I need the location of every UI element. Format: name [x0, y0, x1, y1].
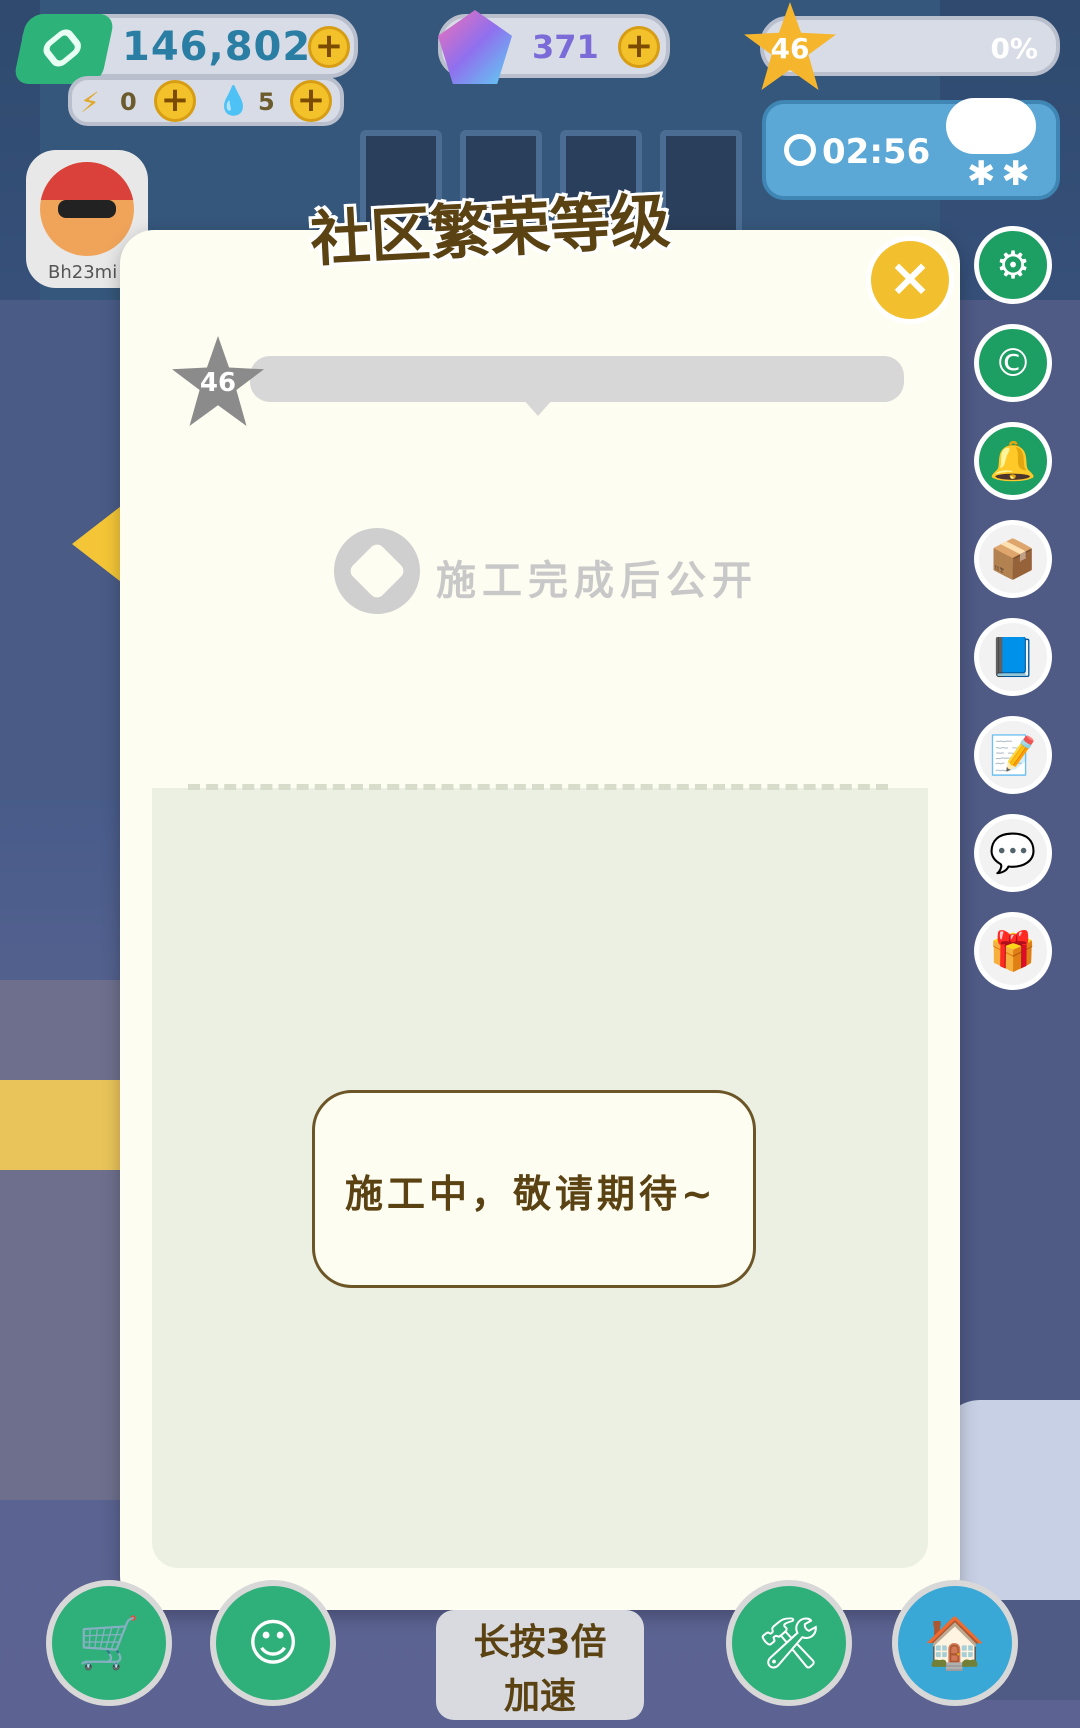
gear-icon: ⚙ [995, 243, 1031, 287]
money-value: 146,802 [122, 24, 312, 70]
settings-button[interactable]: ⚙ [974, 226, 1052, 304]
social-button[interactable]: ☺ [210, 1580, 336, 1706]
shop-button[interactable]: 🛒 [46, 1580, 172, 1706]
book-button[interactable]: 📘 [974, 618, 1052, 696]
gift-icon: 🎁 [989, 928, 1037, 973]
gem-value: 371 [532, 28, 599, 66]
avatar-face [40, 162, 134, 256]
add-energy-button[interactable]: + [154, 80, 196, 122]
add-water-button[interactable]: + [290, 80, 332, 122]
c-icon: © [994, 341, 1032, 385]
snow-pile [940, 1400, 1080, 1600]
water-drop-icon: 💧 [216, 84, 251, 117]
snowflake-icon: ✱✱ [967, 154, 1036, 194]
locked-text: 施工完成后公开 [436, 558, 758, 604]
level-progress-text: 0% [990, 32, 1038, 65]
chat-button[interactable]: 💬 [974, 814, 1052, 892]
energy-value: 0 [120, 88, 137, 116]
cash-icon [12, 14, 116, 84]
shop-awning [0, 1080, 120, 1170]
money-counter[interactable]: 146,802 + [12, 14, 358, 84]
add-money-button[interactable]: + [308, 26, 350, 68]
notes-icon: 📝 [989, 732, 1037, 777]
close-button[interactable]: × [866, 236, 954, 324]
water-value: 5 [258, 88, 275, 116]
notice-box: 施工中，敬请期待~ [312, 1090, 756, 1288]
build-tools-button[interactable]: 🛠 [726, 1580, 852, 1706]
gem-icon [438, 10, 512, 84]
gem-counter[interactable]: 371 + [438, 10, 670, 84]
house-icon: 🏠 [923, 1613, 987, 1672]
energy-icon: ⚡ [80, 86, 100, 119]
progress-pointer [522, 398, 554, 416]
timer-value: 02:56 [822, 132, 931, 172]
home-edit-button[interactable]: 🏠 [892, 1580, 1018, 1706]
gift-button[interactable]: 🎁 [974, 912, 1052, 990]
snow-cloud-icon [946, 98, 1036, 154]
prosperity-progress-bar [250, 356, 904, 402]
clock-icon [784, 134, 816, 166]
speed-label-2: 加速 [503, 1676, 576, 1717]
construction-lock-icon [334, 528, 420, 614]
weather-timer[interactable]: 02:56 ✱✱ [762, 98, 1060, 200]
tools-icon: 🛠 [757, 1613, 821, 1672]
notes-button[interactable]: 📝 [974, 716, 1052, 794]
cart-icon: 🛒 [77, 1613, 141, 1672]
bell-icon: 🔔 [989, 438, 1037, 483]
mystery-box-button[interactable]: 📦 [974, 520, 1052, 598]
dashed-divider [188, 784, 888, 790]
resource-counter: ⚡ 0 + 💧 5 + [68, 76, 344, 126]
chat-icon: 💬 [989, 830, 1037, 875]
mystery-box-icon: 📦 [989, 536, 1037, 581]
player-name: Bh23mi [48, 262, 118, 283]
book-icon: 📘 [989, 634, 1037, 679]
add-gem-button[interactable]: + [618, 26, 660, 68]
notice-text: 施工中，敬请期待~ [345, 1172, 717, 1216]
smile-icon: ☺ [246, 1614, 300, 1672]
c-button[interactable]: © [974, 324, 1052, 402]
shop-building [0, 980, 120, 1500]
notifications-button[interactable]: 🔔 [974, 422, 1052, 500]
speed-label-1: 长按3倍 [473, 1622, 607, 1663]
speed-up-button[interactable]: 长按3倍 加速 [436, 1610, 644, 1720]
